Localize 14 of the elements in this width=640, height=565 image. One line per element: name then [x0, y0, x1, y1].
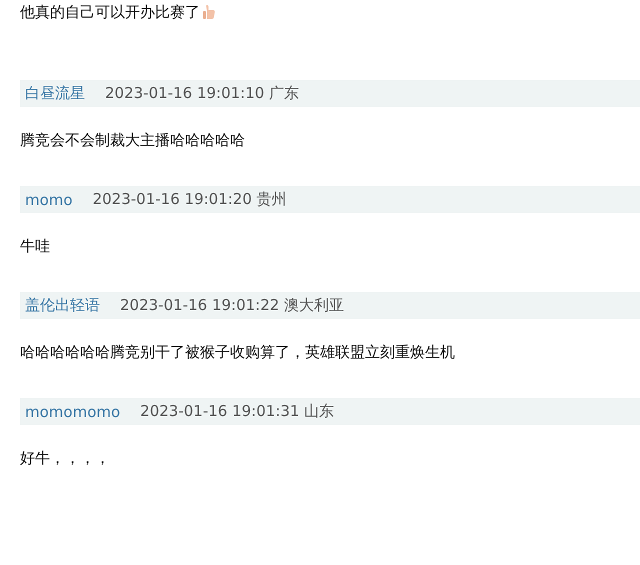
- comment-text: 牛哇: [20, 237, 50, 255]
- comment-text: 他真的自己可以开办比赛了: [20, 2, 200, 22]
- comment-text: 好牛，，，，: [20, 449, 110, 467]
- comment-text: 哈哈哈哈哈哈腾竞别干了被猴子收购算了，英雄联盟立刻重焕生机: [20, 343, 455, 361]
- username-link[interactable]: momo: [25, 190, 73, 208]
- comment-meta: 2023-01-16 19:01:10 广东: [105, 84, 300, 103]
- comment-meta: 2023-01-16 19:01:31 山东: [140, 402, 334, 421]
- username-link[interactable]: momomomo: [25, 402, 120, 420]
- username-link[interactable]: 盖伦出轻语: [25, 296, 100, 315]
- username-link[interactable]: 白昼流星: [25, 84, 85, 103]
- comment-meta: 2023-01-16 19:01:22 澳大利亚: [120, 296, 344, 315]
- thumbs-up-icon: [202, 4, 216, 20]
- comment-text: 腾竞会不会制裁大主播哈哈哈哈哈: [20, 131, 245, 149]
- comment-meta: 2023-01-16 19:01:20 贵州: [92, 190, 287, 209]
